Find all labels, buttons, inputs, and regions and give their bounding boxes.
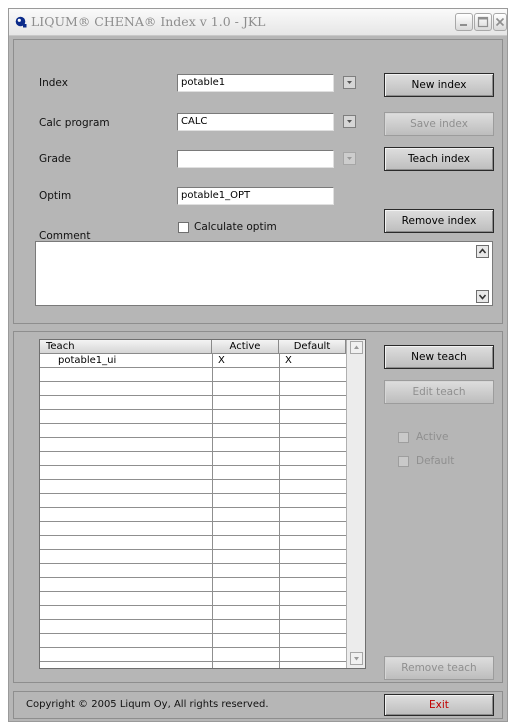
close-button[interactable] — [493, 13, 507, 31]
table-scrollbar[interactable] — [346, 340, 365, 668]
table-row[interactable] — [40, 550, 346, 564]
grade-dropdown-button[interactable] — [343, 152, 356, 165]
table-row[interactable] — [40, 410, 346, 424]
table-row[interactable] — [40, 382, 346, 396]
comment-textarea[interactable] — [35, 241, 493, 306]
table-row[interactable] — [40, 452, 346, 466]
calc-program-dropdown-button[interactable] — [343, 115, 356, 128]
column-divider — [212, 354, 213, 668]
chevron-down-icon — [347, 120, 352, 123]
exit-button[interactable]: Exit — [384, 694, 494, 716]
comment-scroll-up-button[interactable] — [476, 245, 489, 258]
index-dropdown-button[interactable] — [343, 76, 356, 89]
index-label: Index — [39, 77, 68, 89]
remove-index-button[interactable]: Remove index — [384, 209, 494, 233]
table-row[interactable] — [40, 592, 346, 606]
maximize-button[interactable] — [474, 13, 492, 31]
table-row[interactable] — [40, 536, 346, 550]
chevron-down-icon — [354, 657, 359, 661]
edit-teach-button[interactable]: Edit teach — [384, 380, 494, 404]
table-row[interactable] — [40, 494, 346, 508]
comment-scroll-down-button[interactable] — [476, 290, 489, 303]
active-checkbox[interactable] — [398, 432, 409, 443]
table-row[interactable] — [40, 368, 346, 382]
calc-program-field[interactable]: CALC — [177, 113, 334, 131]
optim-label: Optim — [39, 190, 72, 202]
table-row[interactable] — [40, 606, 346, 620]
calc-program-label: Calc program — [39, 117, 110, 129]
new-index-button[interactable]: New index — [384, 73, 494, 97]
index-field[interactable]: potable1 — [177, 74, 334, 92]
column-divider — [279, 354, 280, 668]
remove-teach-button[interactable]: Remove teach — [384, 656, 494, 680]
teach-table: Teach Active Default potable1_ui X X — [39, 339, 366, 669]
active-checkbox-label: Active — [416, 431, 449, 443]
table-row[interactable] — [40, 424, 346, 438]
column-header-active[interactable]: Active — [212, 340, 279, 354]
table-row[interactable] — [40, 438, 346, 452]
column-header-default[interactable]: Default — [279, 340, 346, 354]
table-row[interactable] — [40, 648, 346, 662]
default-checkbox[interactable] — [398, 456, 409, 467]
chevron-up-icon — [478, 248, 487, 254]
chevron-down-icon — [347, 81, 352, 84]
minimize-button[interactable] — [455, 13, 473, 31]
table-row[interactable] — [40, 634, 346, 648]
table-scroll-down-button[interactable] — [350, 652, 363, 665]
table-row[interactable] — [40, 564, 346, 578]
new-teach-button[interactable]: New teach — [384, 345, 494, 369]
active-cell: X — [218, 355, 225, 366]
default-cell: X — [285, 355, 292, 366]
chevron-down-icon — [347, 157, 352, 160]
copyright-text: Copyright © 2005 Liqum Oy, All rights re… — [26, 699, 269, 710]
save-index-button[interactable]: Save index — [384, 112, 494, 136]
teach-cell: potable1_ui — [58, 355, 117, 366]
grade-field[interactable] — [177, 150, 334, 168]
table-row[interactable] — [40, 508, 346, 522]
column-header-teach[interactable]: Teach — [40, 340, 212, 354]
table-row[interactable] — [40, 480, 346, 494]
main-window: LIQUM® CHENA® Index v 1.0 - JKL Index po… — [8, 8, 508, 722]
default-checkbox-label: Default — [416, 455, 455, 467]
table-scroll-up-button[interactable] — [350, 341, 363, 354]
calculate-optim-checkbox[interactable] — [178, 222, 189, 233]
optim-field[interactable]: potable1_OPT — [177, 187, 334, 205]
table-row[interactable] — [40, 466, 346, 480]
teach-index-button[interactable]: Teach index — [384, 147, 494, 171]
footer-panel: Copyright © 2005 Liqum Oy, All rights re… — [13, 691, 503, 719]
table-row[interactable]: potable1_ui X X — [40, 354, 346, 368]
table-row[interactable] — [40, 522, 346, 536]
title-bar[interactable]: LIQUM® CHENA® Index v 1.0 - JKL — [9, 9, 507, 36]
grade-label: Grade — [39, 153, 72, 165]
table-row[interactable] — [40, 578, 346, 592]
table-header: Teach Active Default — [40, 340, 365, 354]
liqum-app-icon[interactable] — [15, 16, 27, 28]
chevron-up-icon — [354, 345, 359, 349]
chevron-down-icon — [478, 294, 487, 300]
window-title: LIQUM® CHENA® Index v 1.0 - JKL — [31, 14, 266, 29]
table-row[interactable] — [40, 396, 346, 410]
calculate-optim-label: Calculate optim — [194, 221, 277, 233]
table-row[interactable] — [40, 620, 346, 634]
